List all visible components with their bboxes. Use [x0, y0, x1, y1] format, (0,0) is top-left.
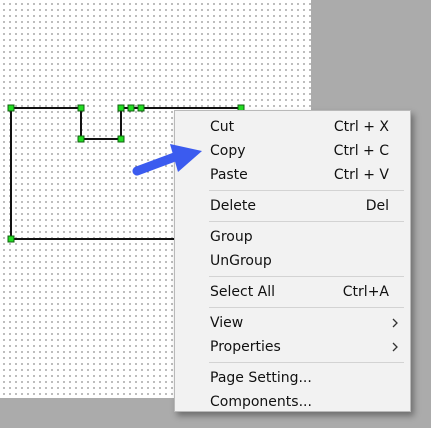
resize-handle[interactable]	[127, 104, 135, 112]
menu-item-label: Page Setting...	[210, 370, 312, 386]
menu-item-label: Group	[210, 229, 253, 245]
menu-item-shortcut: Ctrl + X	[333, 119, 389, 135]
chevron-right-icon	[392, 342, 398, 352]
menu-item-ungroup[interactable]: UnGroup	[175, 249, 410, 273]
menu-item-page-setting[interactable]: Page Setting...	[175, 366, 410, 390]
menu-separator	[209, 362, 404, 363]
menu-item-label: View	[210, 315, 244, 331]
menu-item-shortcut: Del	[365, 198, 389, 214]
menu-item-shortcut: Ctrl+A	[342, 284, 389, 300]
menu-item-cut[interactable]: Cut Ctrl + X	[175, 115, 410, 139]
menu-item-label: UnGroup	[210, 253, 272, 269]
menu-item-label: Copy	[210, 143, 246, 159]
menu-item-label: Cut	[210, 119, 235, 135]
menu-item-components[interactable]: Components...	[175, 390, 410, 414]
menu-separator	[209, 276, 404, 277]
menu-item-properties[interactable]: Properties	[175, 335, 410, 359]
chevron-right-icon	[392, 318, 398, 328]
menu-item-shortcut: Ctrl + C	[333, 143, 389, 159]
menu-item-label: Paste	[210, 167, 248, 183]
resize-handle[interactable]	[117, 135, 125, 143]
menu-item-copy[interactable]: Copy Ctrl + C	[175, 139, 410, 163]
menu-item-shortcut: Ctrl + V	[333, 167, 389, 183]
menu-separator	[209, 307, 404, 308]
resize-handle[interactable]	[7, 104, 15, 112]
resize-handle[interactable]	[137, 104, 145, 112]
resize-handle[interactable]	[77, 135, 85, 143]
resize-handle[interactable]	[77, 104, 85, 112]
context-menu: Cut Ctrl + X Copy Ctrl + C Paste Ctrl + …	[174, 110, 411, 412]
menu-item-paste[interactable]: Paste Ctrl + V	[175, 163, 410, 187]
menu-item-select-all[interactable]: Select All Ctrl+A	[175, 280, 410, 304]
resize-handle[interactable]	[7, 235, 15, 243]
menu-item-label: Select All	[210, 284, 275, 300]
menu-item-group[interactable]: Group	[175, 225, 410, 249]
menu-item-label: Properties	[210, 339, 281, 355]
resize-handle[interactable]	[117, 104, 125, 112]
menu-separator	[209, 190, 404, 191]
menu-item-delete[interactable]: Delete Del	[175, 194, 410, 218]
menu-item-label: Components...	[210, 394, 312, 410]
blue-arrow-icon	[132, 144, 202, 176]
menu-item-label: Delete	[210, 198, 256, 214]
menu-separator	[209, 221, 404, 222]
menu-item-view[interactable]: View	[175, 311, 410, 335]
